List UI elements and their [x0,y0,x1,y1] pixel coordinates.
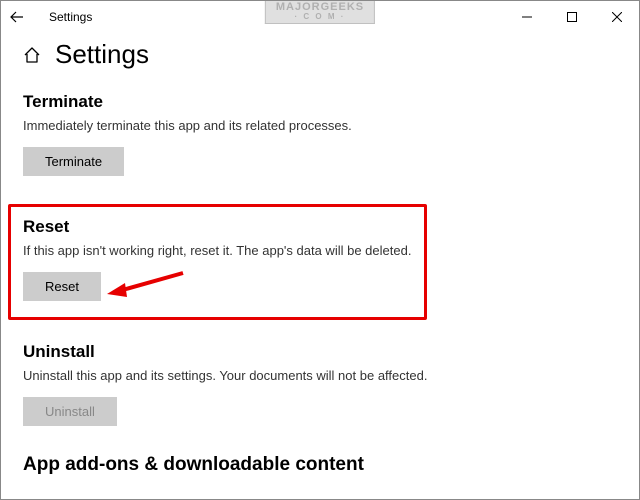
window-controls [504,1,639,33]
back-arrow-icon [10,10,24,24]
reset-section-highlight: Reset If this app isn't working right, r… [8,204,427,320]
uninstall-section: Uninstall Uninstall this app and its set… [23,342,617,426]
uninstall-description: Uninstall this app and its settings. You… [23,368,617,383]
home-icon[interactable] [23,46,41,64]
minimize-button[interactable] [504,1,549,33]
watermark: MAJORGEEKS · C O M · [265,1,375,24]
uninstall-heading: Uninstall [23,342,617,362]
watermark-line2: · C O M · [276,13,364,21]
reset-description: If this app isn't working right, reset i… [23,243,412,258]
terminate-description: Immediately terminate this app and its r… [23,118,617,133]
addons-heading: App add-ons & downloadable content [23,454,617,476]
addons-section: App add-ons & downloadable content [23,454,617,476]
close-icon [612,12,622,22]
page-title: Settings [55,39,149,70]
uninstall-button: Uninstall [23,397,117,426]
window-title: Settings [49,10,92,24]
page-header: Settings [23,39,617,70]
terminate-button[interactable]: Terminate [23,147,124,176]
reset-button[interactable]: Reset [23,272,101,301]
maximize-icon [567,12,577,22]
terminate-heading: Terminate [23,92,617,112]
reset-heading: Reset [23,217,412,237]
content-area: Settings Terminate Immediately terminate… [1,33,639,476]
back-button[interactable] [1,1,33,33]
terminate-section: Terminate Immediately terminate this app… [23,92,617,176]
minimize-icon [522,12,532,22]
close-button[interactable] [594,1,639,33]
maximize-button[interactable] [549,1,594,33]
annotation-arrow-icon [105,269,185,299]
